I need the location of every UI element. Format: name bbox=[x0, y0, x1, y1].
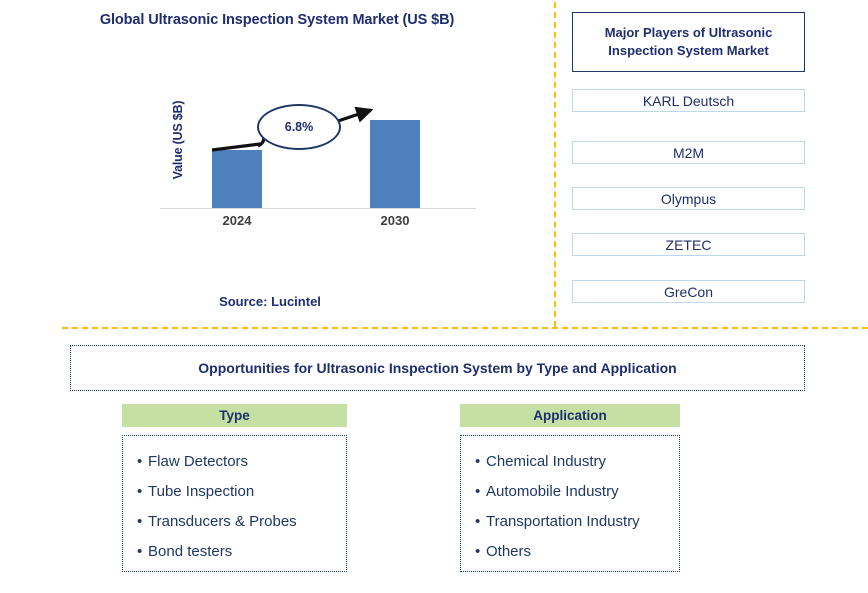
player-label: ZETEC bbox=[665, 236, 712, 253]
opportunities-banner: Opportunities for Ultrasonic Inspection … bbox=[70, 345, 805, 391]
player-label: Olympus bbox=[660, 190, 717, 207]
list-item: • Flaw Detectors bbox=[137, 447, 346, 477]
list-item: • Transportation Industry bbox=[475, 507, 679, 537]
bar-chart: Value (US $B) 6.8% 2024 2030 bbox=[150, 95, 480, 235]
player-label: KARL Deutsch bbox=[642, 92, 735, 109]
list-item-label: Others bbox=[486, 543, 532, 560]
player-box-1: KARL Deutsch bbox=[572, 89, 805, 112]
player-box-2: M2M bbox=[572, 141, 805, 164]
bullet-icon: • bbox=[475, 543, 481, 560]
chart-source-label: Source: Lucintel bbox=[219, 294, 321, 309]
list-item: • Others bbox=[475, 537, 679, 567]
column-header-application: Application bbox=[460, 404, 680, 427]
list-item: • Bond testers bbox=[137, 537, 346, 567]
column-header-type: Type bbox=[122, 404, 347, 427]
list-item-label: Transportation Industry bbox=[486, 513, 640, 530]
list-item: • Transducers & Probes bbox=[137, 507, 346, 537]
player-box-4: ZETEC bbox=[572, 233, 805, 256]
type-list-box: • Flaw Detectors • Tube Inspection • Transd… bbox=[122, 435, 347, 572]
list-item: • Tube Inspection bbox=[137, 477, 346, 507]
horizontal-divider bbox=[62, 327, 868, 329]
player-box-5: GreCon bbox=[572, 280, 805, 303]
application-list-box: • Chemical Industry • Automobile Industry … bbox=[460, 435, 680, 572]
chart-title: Global Ultrasonic Inspection System Mark… bbox=[99, 12, 455, 28]
major-players-header: Major Players of Ultrasonic Inspection S… bbox=[572, 12, 805, 72]
player-label: GreCon bbox=[663, 283, 714, 300]
bullet-icon: • bbox=[137, 453, 143, 470]
bullet-icon: • bbox=[137, 483, 143, 500]
bullet-icon: • bbox=[475, 453, 481, 470]
vertical-divider bbox=[554, 2, 556, 327]
list-item-label: Chemical Industry bbox=[486, 453, 607, 470]
player-label: M2M bbox=[672, 144, 705, 161]
cagr-callout: 6.8% bbox=[257, 104, 341, 150]
bullet-icon: • bbox=[475, 513, 481, 530]
list-item-label: Automobile Industry bbox=[486, 483, 619, 500]
list-item: • Automobile Industry bbox=[475, 477, 679, 507]
player-box-3: Olympus bbox=[572, 187, 805, 210]
bullet-icon: • bbox=[137, 543, 143, 560]
infographic-canvas: Global Ultrasonic Inspection System Mark… bbox=[0, 0, 868, 593]
list-item-label: Bond testers bbox=[148, 543, 233, 560]
bullet-icon: • bbox=[137, 513, 143, 530]
list-item-label: Transducers & Probes bbox=[148, 513, 297, 530]
list-item-label: Tube Inspection bbox=[148, 483, 255, 500]
bullet-icon: • bbox=[475, 483, 481, 500]
list-item: • Chemical Industry bbox=[475, 447, 679, 477]
list-item-label: Flaw Detectors bbox=[148, 453, 249, 470]
